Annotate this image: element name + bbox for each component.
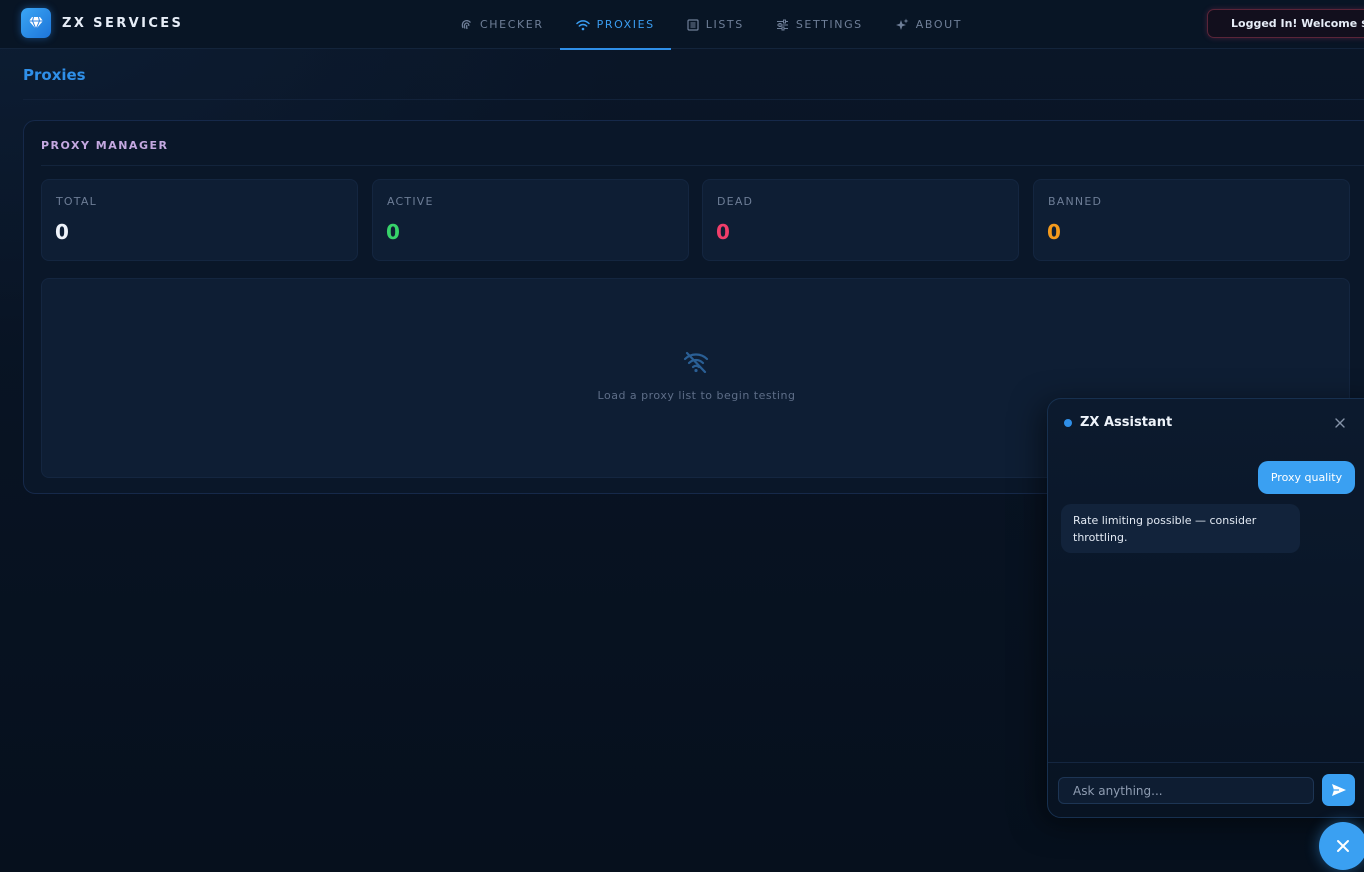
card-title: PROXY MANAGER — [41, 139, 169, 152]
tab-lists[interactable]: LISTS — [671, 0, 760, 49]
stat-label: ACTIVE — [387, 195, 434, 208]
tab-proxies-label: PROXIES — [596, 18, 655, 31]
assistant-message: Rate limiting possible — consider thrott… — [1061, 504, 1300, 553]
close-icon — [1337, 840, 1349, 852]
assistant-header: ZX Assistant — [1064, 415, 1172, 430]
list-icon — [687, 18, 699, 31]
tab-settings-label: SETTINGS — [795, 18, 863, 31]
stat-label: BANNED — [1048, 195, 1103, 208]
main-nav: CHECKER PROXIES LISTS SETTINGS ABOUT — [444, 0, 978, 50]
stat-total: TOTAL 0 — [41, 179, 358, 261]
tab-checker[interactable]: CHECKER — [444, 0, 560, 49]
chat-input[interactable] — [1058, 777, 1314, 804]
brand-name: ZX SERVICES — [62, 15, 184, 31]
stat-active: ACTIVE 0 — [372, 179, 689, 261]
login-status-badge: Logged In! Welcome ${s — [1207, 9, 1364, 38]
divider — [41, 165, 1364, 166]
wifi-off-icon — [683, 351, 709, 373]
assistant-title: ZX Assistant — [1080, 415, 1173, 430]
assistant-panel: ZX Assistant Proxy quality Rate limiting… — [1047, 398, 1364, 818]
stat-value: 0 — [386, 220, 400, 244]
tab-about-label: ABOUT — [915, 18, 963, 31]
tab-checker-label: CHECKER — [480, 18, 544, 31]
online-dot — [1064, 418, 1072, 427]
send-icon — [1331, 784, 1346, 796]
stat-label: DEAD — [717, 195, 754, 208]
top-bar: ZX SERVICES CHECKER PROXIES LISTS SETTIN… — [0, 0, 1364, 50]
tab-proxies[interactable]: PROXIES — [559, 0, 671, 50]
stat-value: 0 — [55, 220, 69, 244]
stat-value: 0 — [1047, 220, 1061, 244]
stat-label: TOTAL — [56, 195, 97, 208]
wifi-icon — [575, 19, 590, 30]
stat-banned: BANNED 0 — [1033, 179, 1350, 261]
brand[interactable]: ZX SERVICES — [21, 8, 183, 38]
gem-icon — [21, 8, 51, 38]
divider — [23, 99, 1364, 100]
user-message: Proxy quality — [1258, 461, 1355, 494]
stat-dead: DEAD 0 — [702, 179, 1019, 261]
send-button[interactable] — [1322, 774, 1355, 806]
stat-value: 0 — [716, 220, 730, 244]
assistant-toggle-button[interactable] — [1319, 822, 1364, 870]
tab-about[interactable]: ABOUT — [879, 0, 978, 49]
divider — [1048, 762, 1364, 763]
fingerprint-icon — [461, 19, 472, 30]
close-icon[interactable] — [1334, 417, 1346, 429]
login-status-text: Logged In! Welcome ${s — [1231, 17, 1364, 30]
sparkles-icon — [895, 18, 909, 30]
tab-settings[interactable]: SETTINGS — [760, 0, 879, 49]
tab-lists-label: LISTS — [705, 18, 744, 31]
sliders-icon — [776, 19, 788, 30]
page-title: Proxies — [23, 66, 86, 84]
